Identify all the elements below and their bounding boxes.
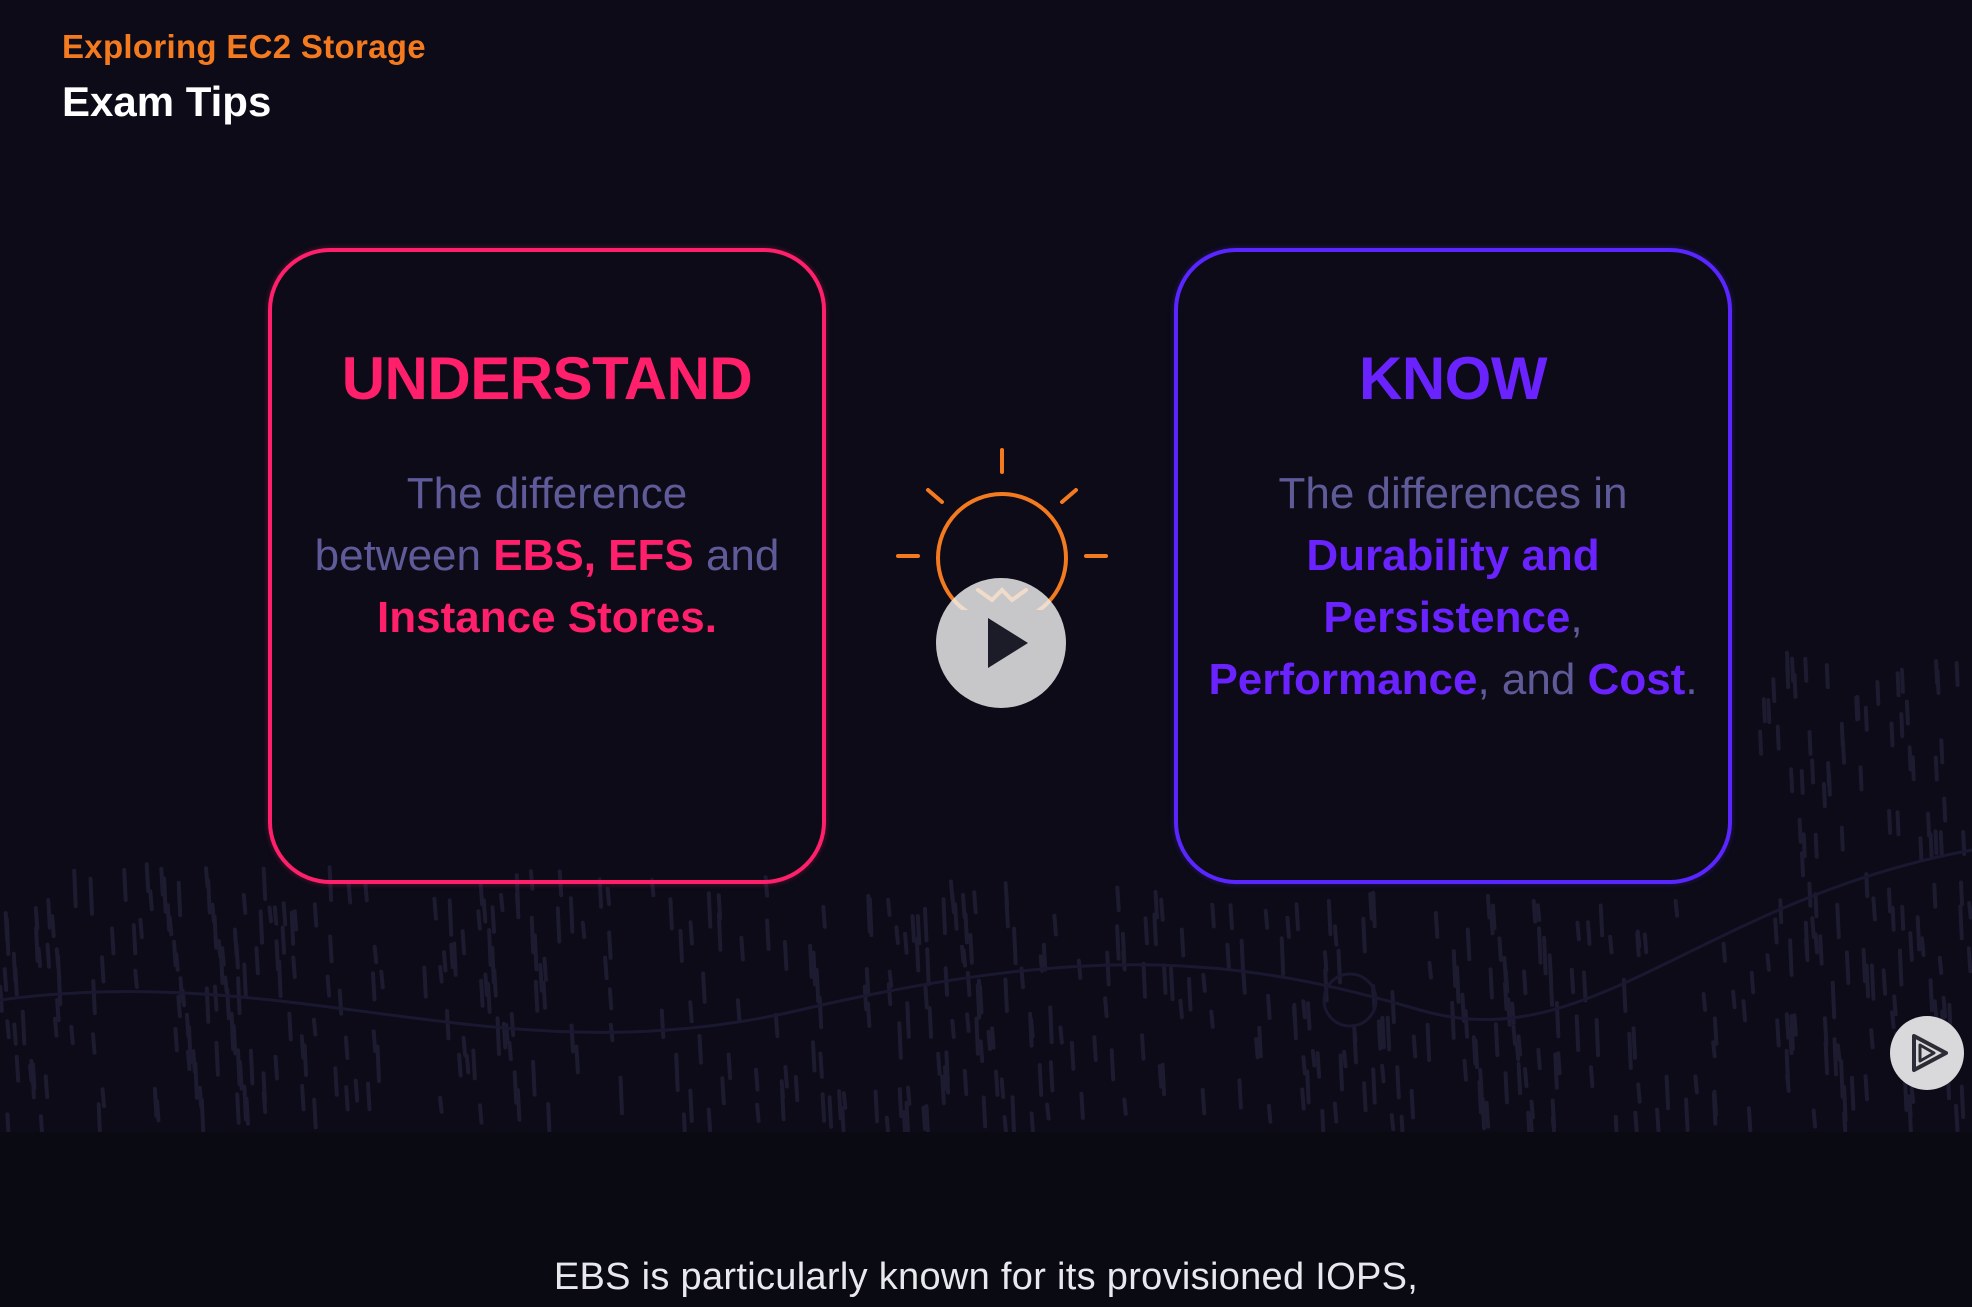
understand-line2-suffix: and bbox=[693, 531, 780, 580]
know-highlight-persistence: Persistence bbox=[1323, 593, 1571, 642]
know-line1: The differences in bbox=[1278, 469, 1628, 518]
caption-text: EBS is particularly known for its provis… bbox=[553, 1256, 1419, 1298]
know-highlight-cost: Cost bbox=[1587, 655, 1686, 704]
know-highlight-performance: Performance bbox=[1208, 655, 1478, 704]
know-line3-suffix: , bbox=[1570, 593, 1583, 642]
video-frame: Exploring EC2 Storage Exam Tips UNDERSTA… bbox=[0, 0, 1972, 1132]
understand-highlight-ebs-efs: EBS, EFS bbox=[493, 531, 694, 580]
next-video-button[interactable] bbox=[1890, 1016, 1964, 1090]
play-button[interactable] bbox=[936, 578, 1066, 708]
course-title: Exploring EC2 Storage bbox=[62, 28, 426, 65]
know-line4-mid: , and bbox=[1477, 655, 1588, 704]
understand-body: The difference between EBS, EFS and Inst… bbox=[302, 463, 792, 649]
know-highlight-durability: Durability and bbox=[1306, 531, 1600, 580]
understand-highlight-instance-stores: Instance Stores. bbox=[377, 593, 717, 642]
next-icon bbox=[1912, 1034, 1948, 1072]
know-card: KNOW The differences in Durability and P… bbox=[1174, 248, 1732, 884]
play-icon bbox=[988, 618, 1028, 668]
know-body: The differences in Durability and Persis… bbox=[1203, 463, 1703, 711]
understand-line2-prefix: between bbox=[314, 531, 494, 580]
understand-line1: The difference bbox=[406, 469, 688, 518]
know-line4-suffix: . bbox=[1685, 655, 1698, 704]
know-heading: KNOW bbox=[1359, 345, 1547, 412]
understand-heading: UNDERSTAND bbox=[341, 345, 753, 412]
section-title: Exam Tips bbox=[62, 78, 272, 125]
understand-card: UNDERSTAND The difference between EBS, E… bbox=[268, 248, 826, 884]
